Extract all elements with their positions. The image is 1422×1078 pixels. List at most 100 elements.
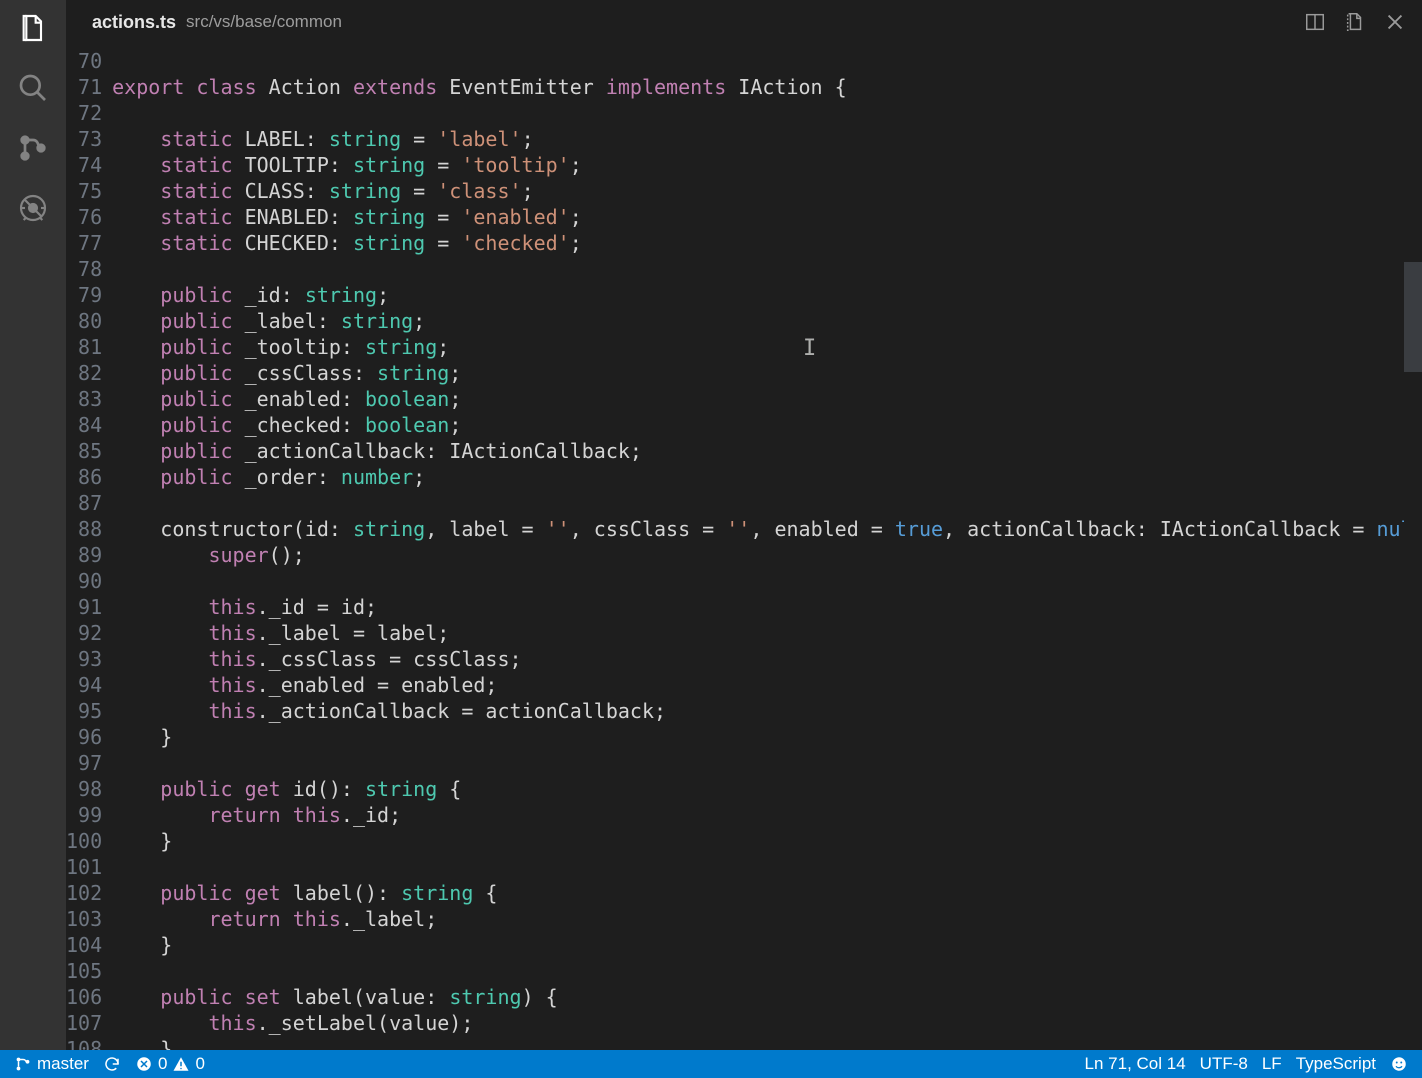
code-line[interactable]: public set label(value: string) {: [112, 984, 1422, 1010]
code-line[interactable]: [112, 100, 1422, 126]
line-number: 104: [66, 932, 102, 958]
line-number: 101: [66, 854, 102, 880]
code-line[interactable]: static LABEL: string = 'label';: [112, 126, 1422, 152]
close-icon[interactable]: [1378, 5, 1412, 39]
eol[interactable]: LF: [1262, 1054, 1282, 1074]
code-line[interactable]: static TOOLTIP: string = 'tooltip';: [112, 152, 1422, 178]
line-number: 95: [66, 698, 102, 724]
line-number: 86: [66, 464, 102, 490]
code-line[interactable]: [112, 958, 1422, 984]
code-line[interactable]: public _enabled: boolean;: [112, 386, 1422, 412]
code-line[interactable]: public _cssClass: string;: [112, 360, 1422, 386]
line-number: 92: [66, 620, 102, 646]
explorer-icon[interactable]: [17, 12, 49, 44]
search-icon[interactable]: [17, 72, 49, 104]
scroll-thumb[interactable]: [1404, 262, 1422, 372]
code-line[interactable]: this._id = id;: [112, 594, 1422, 620]
show-files-icon[interactable]: [1338, 5, 1372, 39]
code-line[interactable]: public _checked: boolean;: [112, 412, 1422, 438]
code-line[interactable]: public get id(): string {: [112, 776, 1422, 802]
code-line[interactable]: [112, 854, 1422, 880]
line-number: 82: [66, 360, 102, 386]
activity-bar: [0, 0, 66, 1050]
code-line[interactable]: public _actionCallback: IActionCallback;: [112, 438, 1422, 464]
editor-tabbar: actions.ts src/vs/base/common: [66, 0, 1422, 44]
code-line[interactable]: this._setLabel(value);: [112, 1010, 1422, 1036]
code-line[interactable]: static CLASS: string = 'class';: [112, 178, 1422, 204]
code-line[interactable]: static CHECKED: string = 'checked';: [112, 230, 1422, 256]
text-cursor-icon: I: [803, 336, 816, 362]
code-line[interactable]: super();: [112, 542, 1422, 568]
code-line[interactable]: return this._label;: [112, 906, 1422, 932]
debug-icon[interactable]: [17, 192, 49, 224]
line-number-gutter: 7071727374757677787980818283848586878889…: [66, 44, 112, 1050]
line-number: 102: [66, 880, 102, 906]
code-line[interactable]: this._enabled = enabled;: [112, 672, 1422, 698]
line-number: 70: [66, 48, 102, 74]
line-number: 87: [66, 490, 102, 516]
code-line[interactable]: [112, 750, 1422, 776]
code-line[interactable]: public _label: string;: [112, 308, 1422, 334]
line-number: 84: [66, 412, 102, 438]
code-line[interactable]: }: [112, 932, 1422, 958]
code-line[interactable]: constructor(id: string, label = '', cssC…: [112, 516, 1422, 542]
code-line[interactable]: return this._id;: [112, 802, 1422, 828]
code-line[interactable]: [112, 48, 1422, 74]
code-content[interactable]: export class Action extends EventEmitter…: [112, 44, 1422, 1050]
cursor-position[interactable]: Ln 71, Col 14: [1085, 1054, 1186, 1074]
code-line[interactable]: [112, 568, 1422, 594]
code-line[interactable]: }: [112, 1036, 1422, 1050]
git-branch-item[interactable]: master: [14, 1054, 89, 1074]
code-line[interactable]: public _tooltip: string;: [112, 334, 1422, 360]
open-file-name[interactable]: actions.ts: [92, 12, 176, 33]
line-number: 99: [66, 802, 102, 828]
problems-item[interactable]: 0 0: [135, 1054, 205, 1074]
encoding[interactable]: UTF-8: [1200, 1054, 1248, 1074]
line-number: 107: [66, 1010, 102, 1036]
split-editor-icon[interactable]: [1298, 5, 1332, 39]
code-line[interactable]: public _order: number;: [112, 464, 1422, 490]
line-number: 77: [66, 230, 102, 256]
line-number: 91: [66, 594, 102, 620]
line-number: 85: [66, 438, 102, 464]
line-number: 98: [66, 776, 102, 802]
line-number: 89: [66, 542, 102, 568]
line-number: 80: [66, 308, 102, 334]
line-number: 73: [66, 126, 102, 152]
code-line[interactable]: public _id: string;: [112, 282, 1422, 308]
overview-ruler[interactable]: [1404, 44, 1422, 1050]
line-number: 75: [66, 178, 102, 204]
editor-area: actions.ts src/vs/base/common 7071727374…: [66, 0, 1422, 1050]
code-line[interactable]: }: [112, 828, 1422, 854]
language-mode[interactable]: TypeScript: [1296, 1054, 1376, 1074]
code-editor[interactable]: 7071727374757677787980818283848586878889…: [66, 44, 1422, 1050]
line-number: 83: [66, 386, 102, 412]
line-number: 108: [66, 1036, 102, 1050]
code-line[interactable]: static ENABLED: string = 'enabled';: [112, 204, 1422, 230]
git-branch-label: master: [37, 1054, 89, 1074]
code-line[interactable]: export class Action extends EventEmitter…: [112, 74, 1422, 100]
error-count: 0: [158, 1054, 167, 1074]
code-line[interactable]: public get label(): string {: [112, 880, 1422, 906]
line-number: 105: [66, 958, 102, 984]
code-line[interactable]: this._label = label;: [112, 620, 1422, 646]
line-number: 79: [66, 282, 102, 308]
code-line[interactable]: this._actionCallback = actionCallback;: [112, 698, 1422, 724]
code-line[interactable]: this._cssClass = cssClass;: [112, 646, 1422, 672]
feedback-icon[interactable]: [1390, 1055, 1408, 1073]
warning-count: 0: [195, 1054, 204, 1074]
line-number: 76: [66, 204, 102, 230]
code-line[interactable]: [112, 490, 1422, 516]
code-line[interactable]: [112, 256, 1422, 282]
line-number: 72: [66, 100, 102, 126]
line-number: 100: [66, 828, 102, 854]
line-number: 71: [66, 74, 102, 100]
line-number: 81: [66, 334, 102, 360]
sync-icon[interactable]: [103, 1055, 121, 1073]
code-line[interactable]: }: [112, 724, 1422, 750]
source-control-icon[interactable]: [17, 132, 49, 164]
line-number: 96: [66, 724, 102, 750]
line-number: 88: [66, 516, 102, 542]
line-number: 106: [66, 984, 102, 1010]
status-bar: master 0 0 Ln 71, Col 14 UTF-8 LF TypeSc…: [0, 1050, 1422, 1078]
